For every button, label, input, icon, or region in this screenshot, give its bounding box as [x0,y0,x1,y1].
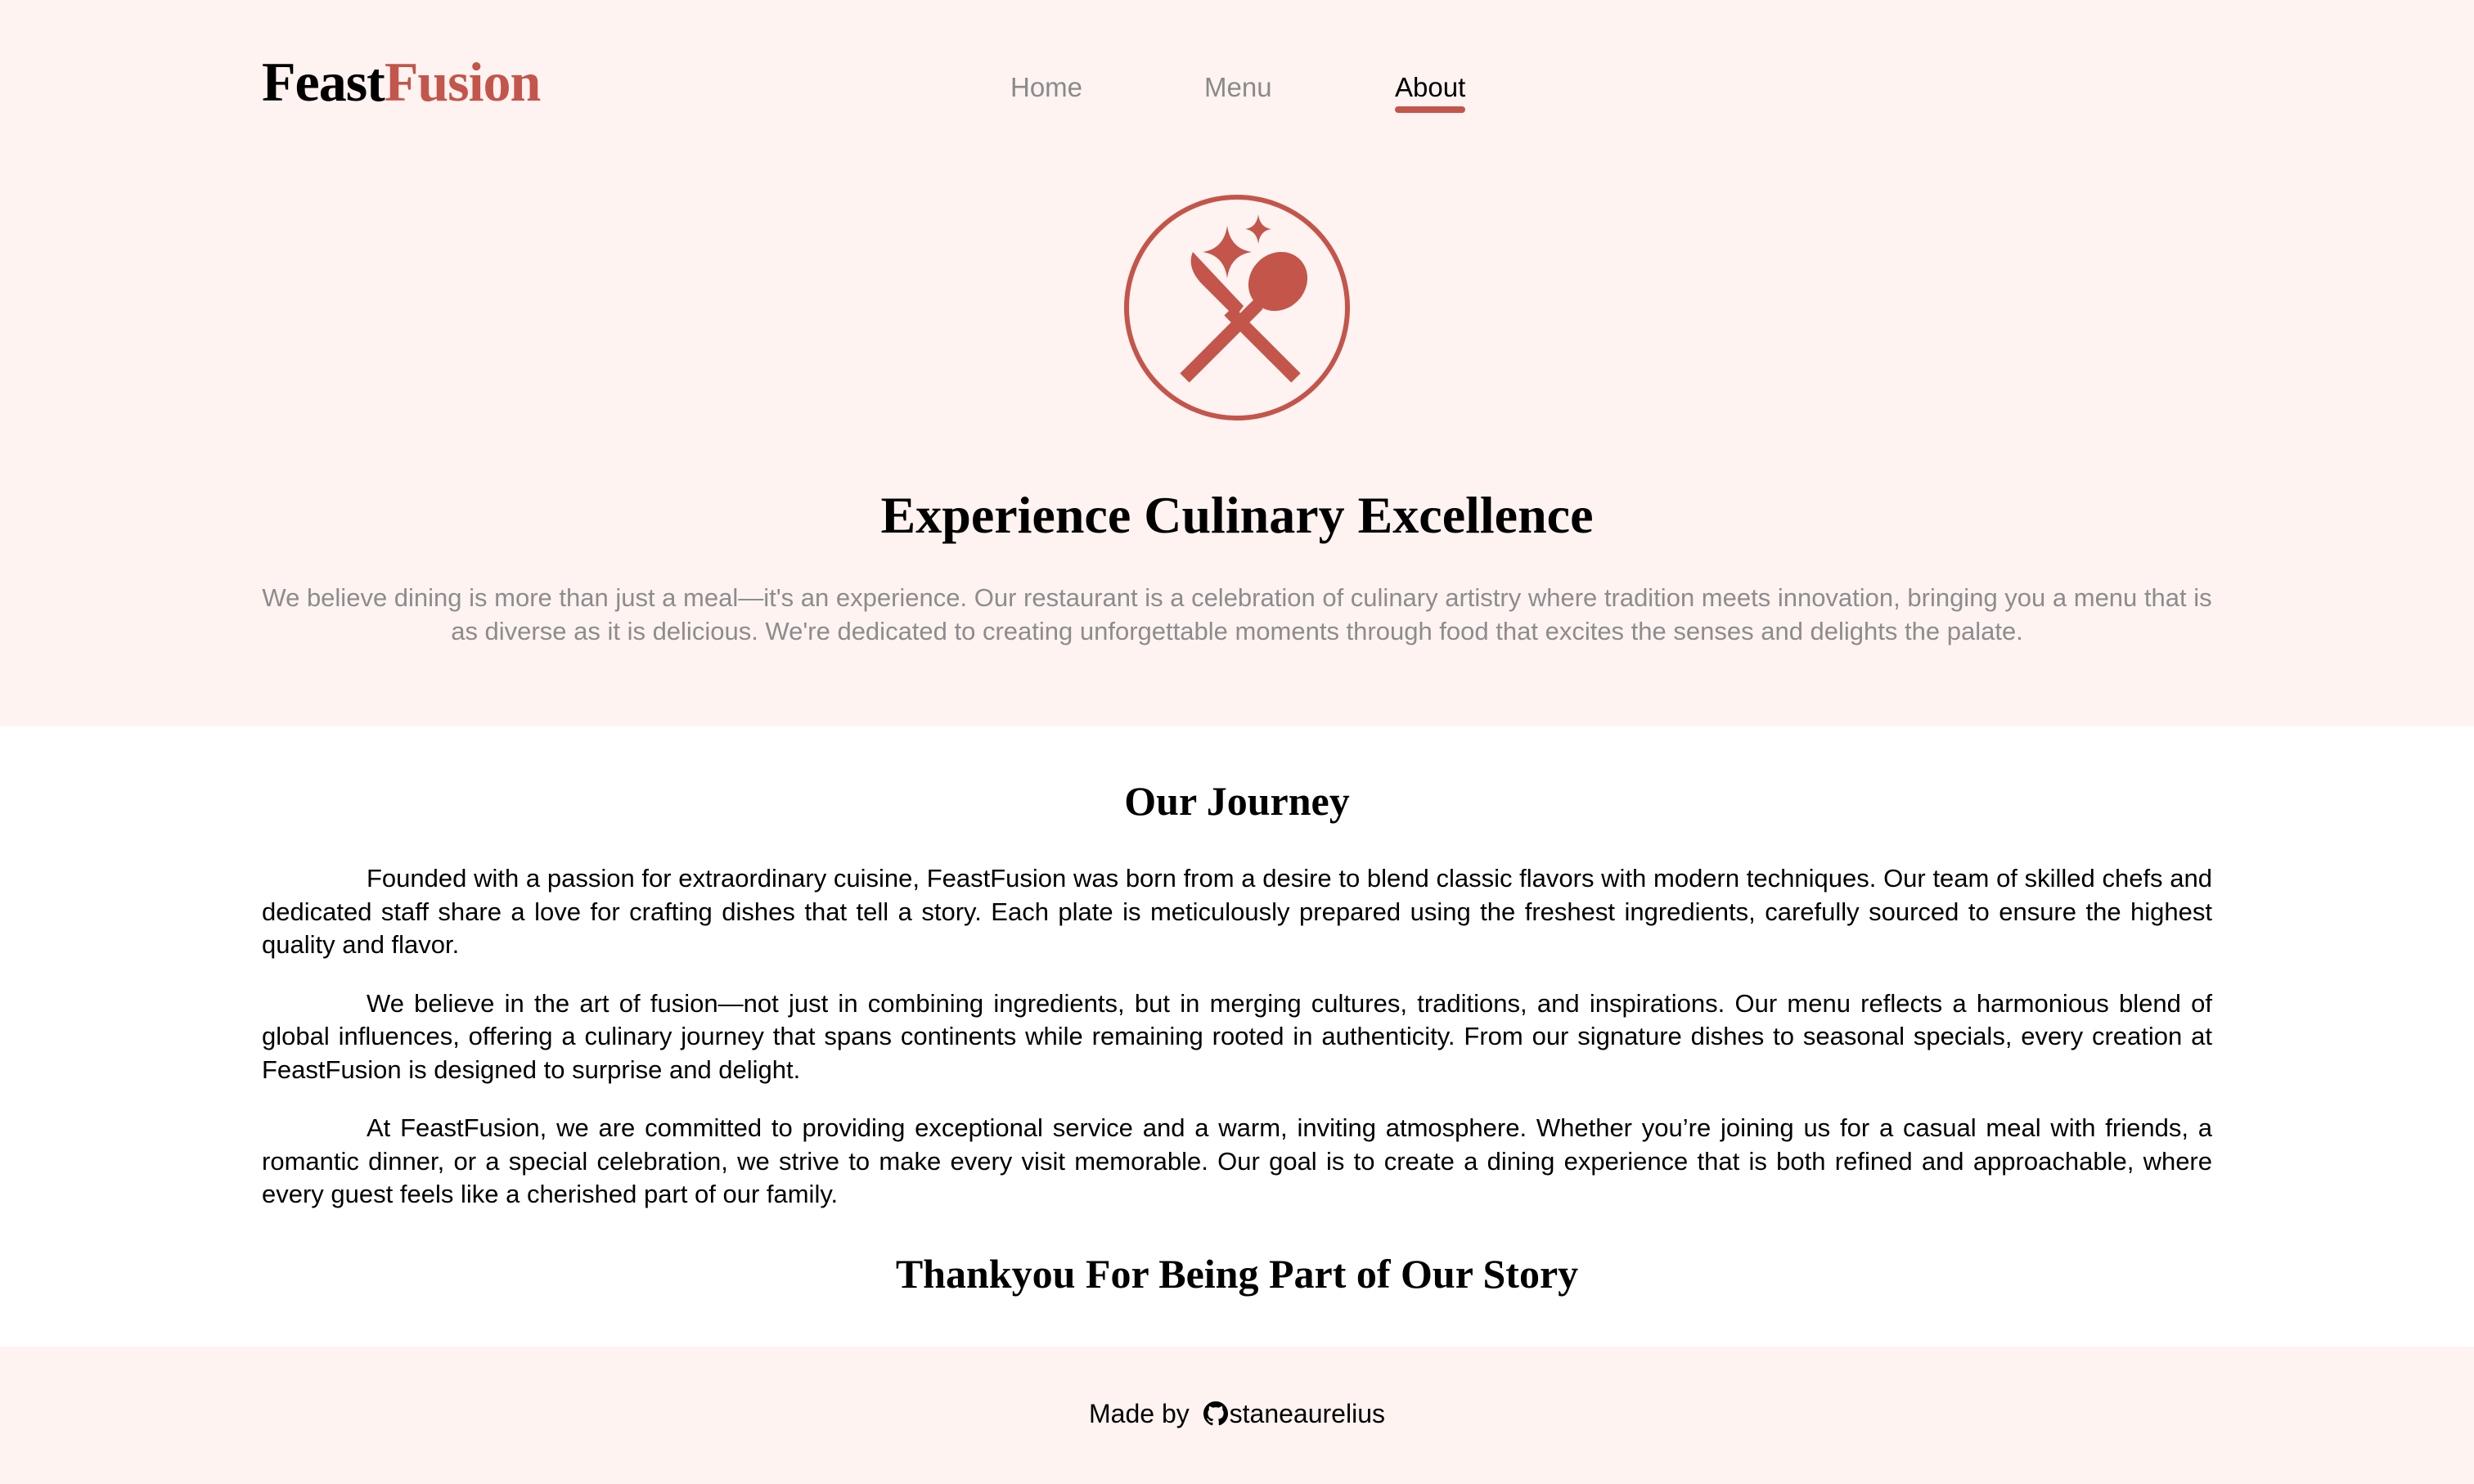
hero-title: Experience Culinary Excellence [880,486,1594,544]
github-icon [1203,1401,1228,1426]
journey-paragraph: At FeastFusion, we are committed to prov… [262,1113,2212,1208]
nav-item-menu[interactable]: Menu [1204,67,1272,108]
journey-paragraph: We believe in the art of fusion—not just… [262,988,2212,1084]
footer-credit: Made by staneaurelius [0,1396,2474,1432]
author-link[interactable]: staneaurelius [1197,1399,1385,1428]
author-username: staneaurelius [1229,1399,1385,1428]
main-nav: Home Menu About [0,67,2474,116]
hero-section: FeastFusion Home Menu About Experience C… [0,0,2474,726]
journey-paragraph: Founded with a passion for extraordinary… [262,864,2212,959]
footer: Made by staneaurelius [0,1347,2474,1484]
nav-item-label: About [1395,72,1466,102]
journey-title: Our Journey [1124,778,1350,824]
nav-item-home[interactable]: Home [1010,67,1082,108]
journey-body: Founded with a passion for extraordinary… [262,862,2212,1237]
footer-prefix: Made by [1089,1399,1190,1428]
nav-item-label: Menu [1204,72,1272,102]
nav-item-about[interactable]: About [1395,67,1466,113]
nav-item-label: Home [1010,72,1083,102]
active-nav-indicator [1395,106,1466,113]
hero-description: We believe dining is more than just a me… [262,583,2212,645]
closing-title: Thankyou For Being Part of Our Story [895,1251,1579,1297]
crossed-spoon-knife-sparkle-icon [1124,195,1350,420]
